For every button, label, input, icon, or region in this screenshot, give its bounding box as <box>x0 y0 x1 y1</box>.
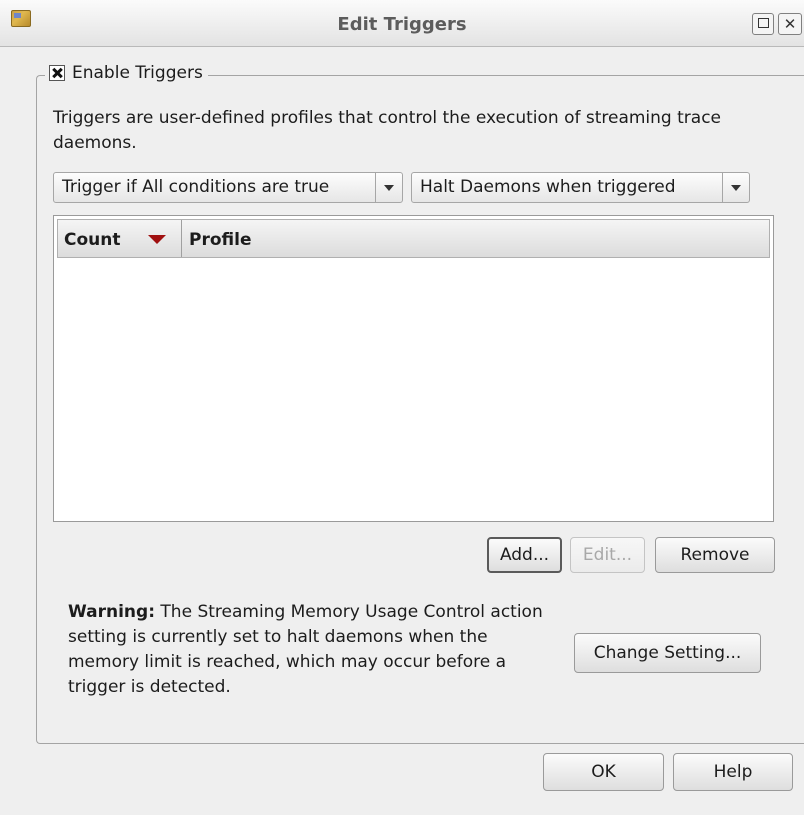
enable-triggers-toggle[interactable]: Enable Triggers <box>45 63 208 83</box>
warning-label: Warning: <box>68 602 156 622</box>
change-setting-button[interactable]: Change Setting... <box>574 633 761 673</box>
column-header-profile[interactable]: Profile <box>189 230 251 250</box>
condition-select-value: Trigger if All conditions are true <box>62 177 330 197</box>
help-button[interactable]: Help <box>673 753 793 791</box>
column-header-count[interactable]: Count <box>64 230 121 250</box>
triggers-description: Triggers are user-defined profiles that … <box>53 108 721 153</box>
action-select[interactable]: Halt Daemons when triggered <box>411 172 750 203</box>
sort-descending-icon[interactable] <box>148 235 166 244</box>
window-title: Edit Triggers <box>337 14 467 35</box>
maximize-button[interactable] <box>752 13 774 35</box>
action-dropdown-button[interactable] <box>722 173 749 202</box>
edit-button[interactable]: Edit... <box>570 537 645 573</box>
add-button[interactable]: Add... <box>487 537 562 573</box>
chevron-down-icon <box>384 185 394 191</box>
maximize-icon <box>757 18 769 28</box>
chevron-down-icon <box>731 185 741 191</box>
title-bar[interactable]: Edit Triggers ✕ <box>0 0 804 47</box>
close-icon: ✕ <box>783 15 797 33</box>
condition-dropdown-button[interactable] <box>375 173 402 202</box>
ok-button[interactable]: OK <box>543 753 664 791</box>
remove-button[interactable]: Remove <box>655 537 775 573</box>
close-button[interactable]: ✕ <box>778 13 802 35</box>
triggers-table[interactable]: Count Profile <box>53 215 774 522</box>
column-divider[interactable] <box>181 220 182 257</box>
table-header: Count Profile <box>57 219 770 258</box>
memory-warning: Warning: The Streaming Memory Usage Cont… <box>68 600 558 700</box>
enable-triggers-label[interactable]: Enable Triggers <box>72 63 203 83</box>
enable-triggers-checkbox[interactable] <box>49 65 65 81</box>
action-select-value: Halt Daemons when triggered <box>420 177 676 197</box>
condition-select[interactable]: Trigger if All conditions are true <box>53 172 403 203</box>
